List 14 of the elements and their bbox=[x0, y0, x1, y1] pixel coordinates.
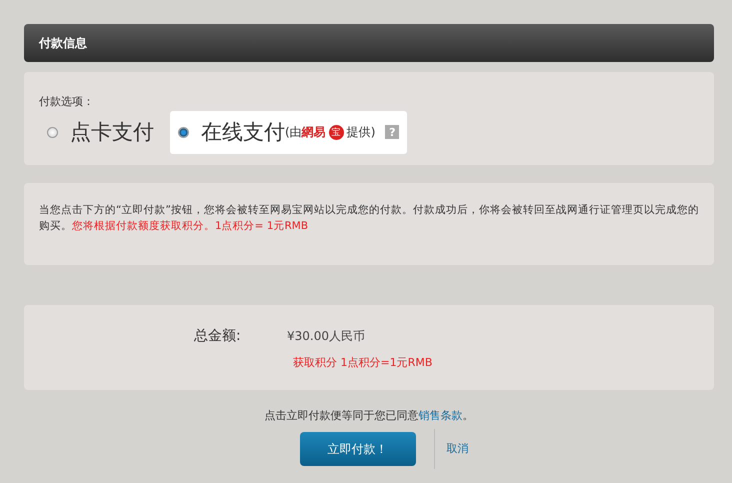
section-title: 付款信息 bbox=[39, 34, 87, 52]
radio-button[interactable] bbox=[47, 126, 58, 138]
total-amount: ¥30.00人民币 bbox=[287, 328, 365, 344]
total-label: 总金额: bbox=[194, 327, 242, 345]
pay-button[interactable]: 立即付款！ bbox=[300, 432, 416, 466]
cancel-link[interactable]: 取消 bbox=[434, 429, 468, 469]
radio-button[interactable] bbox=[178, 126, 189, 138]
options-label: 付款选项： bbox=[39, 94, 95, 109]
terms-link[interactable]: 销售条款 bbox=[418, 409, 462, 422]
points-text: 获取积分 1点积分=1元RMB bbox=[293, 355, 434, 370]
payment-option[interactable]: 点卡支付 bbox=[39, 111, 162, 154]
agreement-text: 点击立即付款便等同于您已同意 bbox=[264, 409, 418, 422]
notice-text: 当您点击下方的“立即付款”按钮，您将会被转至网易宝网站以完成您的付款。付款成功后，你将会被转回至战网通行证管理页以完成您的购买。您将根据付款额度获取积分。1点积分= 1元RMB bbox=[39, 203, 699, 234]
agreement-end: 。 bbox=[462, 409, 474, 422]
